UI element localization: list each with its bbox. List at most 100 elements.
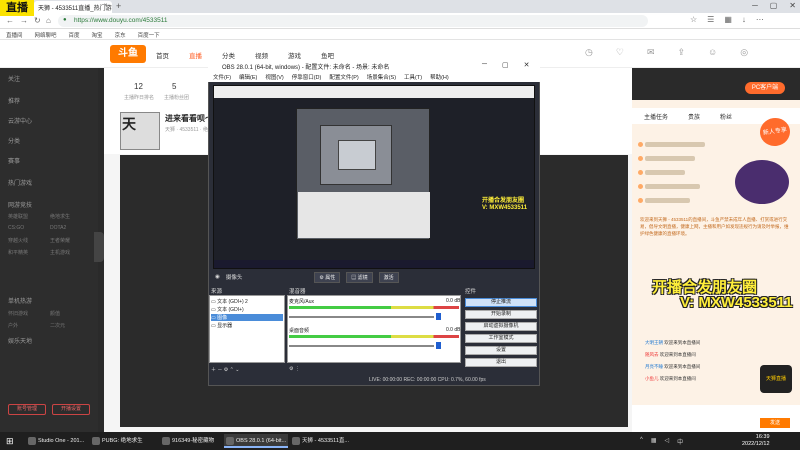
minimize-icon[interactable]: ─: [482, 61, 487, 69]
source-item-selected[interactable]: ▭ 图像: [211, 314, 283, 321]
menu-item[interactable]: 文件(F): [213, 73, 231, 81]
speaker-icon[interactable]: [436, 313, 441, 320]
exit-button[interactable]: 退出: [465, 358, 537, 367]
sidebar-subitem[interactable]: 穿越火线: [8, 237, 28, 244]
url-input[interactable]: https://www.douyu.com/4533511: [58, 15, 648, 27]
sidebar-subitem[interactable]: 绝地求生: [50, 213, 70, 220]
nav-item-active[interactable]: 直播: [189, 50, 202, 60]
menu-item[interactable]: 场景集合(S): [367, 73, 396, 81]
bookmark-item[interactable]: 京东: [115, 31, 126, 39]
star-icon[interactable]: ☆: [690, 15, 697, 24]
close-icon[interactable]: ✕: [789, 1, 796, 10]
mixer-toolbar[interactable]: ⚙ ⋮: [289, 366, 300, 372]
promo-image[interactable]: [735, 160, 789, 204]
sidebar-subitem[interactable]: 主机游戏: [50, 249, 70, 256]
menu-item[interactable]: 编辑(E): [239, 73, 257, 81]
upload-icon[interactable]: ⇪: [677, 47, 685, 58]
sidebar-subitem[interactable]: 户外: [8, 322, 18, 329]
sidebar-subitem[interactable]: DOTA2: [50, 225, 66, 231]
nav-item[interactable]: 分类: [222, 50, 235, 60]
settings-button[interactable]: 设置: [465, 346, 537, 355]
volume-slider[interactable]: [289, 316, 434, 318]
maximize-icon[interactable]: ▢: [770, 1, 778, 10]
chevron-up-icon[interactable]: ^: [640, 437, 643, 446]
bookmark-item[interactable]: 百度一下: [138, 31, 160, 39]
follow-icon[interactable]: ♡: [616, 47, 624, 58]
bookmark-item[interactable]: 淘宝: [92, 31, 103, 39]
menu-item[interactable]: 帮助(H): [430, 73, 449, 81]
close-icon[interactable]: ✕: [524, 61, 530, 69]
sidebar-subitem[interactable]: 英雄联盟: [8, 213, 28, 220]
bookmark-item[interactable]: 直播间: [6, 31, 23, 39]
speaker-icon[interactable]: [436, 342, 441, 349]
source-item[interactable]: ▭ 文本 (GDI+): [211, 306, 283, 313]
taskbar-app[interactable]: 916349-秘密藏物: [160, 434, 222, 448]
stop-stream-button[interactable]: 停止推流: [465, 298, 537, 307]
taskbar-app-active[interactable]: OBS 28.0.1 (64-bit...: [224, 434, 288, 448]
more-icon[interactable]: ◎: [740, 47, 748, 58]
start-recording-button[interactable]: 开始录制: [465, 310, 537, 319]
taskbar-app[interactable]: Studio One - 201...: [26, 434, 86, 448]
sidebar-button[interactable]: 开播设置: [52, 404, 90, 415]
system-clock[interactable]: 16:39 2022/12/12: [742, 434, 770, 448]
studio-mode-button[interactable]: 工作室模式: [465, 334, 537, 343]
menu-item[interactable]: 视图(V): [265, 73, 283, 81]
bookmark-item[interactable]: 百度: [69, 31, 80, 39]
nav-item[interactable]: 视频: [255, 50, 268, 60]
download-icon[interactable]: ↓: [742, 15, 746, 24]
tab-close-icon[interactable]: ×: [104, 3, 108, 9]
volume-slider[interactable]: [289, 345, 434, 347]
nav-item[interactable]: 首页: [156, 50, 169, 60]
sidebar-item[interactable]: 热门游戏: [8, 178, 32, 187]
reload-icon[interactable]: ↻: [34, 16, 41, 25]
ime-icon[interactable]: 中: [677, 437, 683, 446]
start-icon[interactable]: ⊞: [6, 436, 14, 447]
menu-item[interactable]: 配置文件(P): [329, 73, 358, 81]
sidebar-subitem[interactable]: CS:GO: [8, 225, 24, 231]
collections-icon[interactable]: ☰: [707, 15, 714, 24]
message-icon[interactable]: ✉: [647, 47, 655, 58]
minimize-icon[interactable]: ─: [752, 1, 758, 10]
nav-item[interactable]: 游戏: [288, 50, 301, 60]
taskbar-app[interactable]: 天狮 - 4533511直...: [290, 434, 354, 448]
source-item[interactable]: ▭ 显示器: [211, 322, 283, 329]
maximize-icon[interactable]: ▢: [502, 61, 509, 69]
right-tab[interactable]: 粉丝: [720, 112, 732, 121]
new-tab-button[interactable]: +: [116, 1, 121, 11]
sidebar-subitem[interactable]: 怀旧游戏: [8, 310, 28, 317]
sidebar-subitem[interactable]: 和平精英: [8, 249, 28, 256]
nav-item[interactable]: 鱼吧: [321, 50, 334, 60]
sidebar-item[interactable]: 娱乐天地: [8, 336, 32, 345]
activate-button[interactable]: 激活: [378, 271, 399, 283]
sidebar-subitem[interactable]: 二次元: [50, 322, 65, 329]
filters-button[interactable]: ▤ 滤镜: [346, 271, 373, 283]
browser-tab[interactable]: 天狮 - 4533511直播_热门游戏直播 - 斗鱼: [34, 1, 112, 13]
sidebar-item[interactable]: 单机热游: [8, 296, 32, 305]
bookmark-item[interactable]: 网络聊吧: [35, 31, 57, 39]
send-button[interactable]: 发送: [760, 418, 790, 428]
sidebar-item[interactable]: 赛事: [8, 156, 20, 165]
live-badge-icon[interactable]: 天狮直播: [760, 365, 792, 393]
network-icon[interactable]: ▦: [651, 437, 657, 446]
taskbar-app[interactable]: PUBG: 绝地求生: [90, 434, 156, 448]
sidebar-item[interactable]: 推荐: [8, 96, 20, 105]
back-icon[interactable]: ←: [6, 16, 14, 25]
volume-icon[interactable]: ◁: [665, 437, 670, 446]
properties-button[interactable]: ⚙ 属性: [314, 271, 341, 283]
right-tab[interactable]: 贵族: [688, 112, 700, 121]
extensions-icon[interactable]: ▦: [724, 15, 732, 24]
pc-client-button[interactable]: PC客户端: [745, 82, 785, 94]
sidebar-collapse-handle[interactable]: [94, 232, 104, 262]
sidebar-item[interactable]: 云游中心: [8, 116, 32, 125]
sidebar-item[interactable]: 关注: [8, 74, 20, 83]
sidebar-item[interactable]: 网游竞技: [8, 200, 32, 209]
source-item[interactable]: ▭ 文本 (GDI+) 2: [211, 298, 283, 305]
virtual-camera-button[interactable]: 启动虚拟摄像机: [465, 322, 537, 331]
source-toolbar[interactable]: ＋ － ⚙ ⌃ ⌄: [211, 366, 239, 373]
menu-icon[interactable]: ⋯: [756, 15, 764, 24]
site-logo[interactable]: 斗鱼: [110, 45, 146, 63]
sidebar-subitem[interactable]: 王者荣耀: [50, 237, 70, 244]
menu-item[interactable]: 停靠窗口(D): [292, 73, 322, 81]
sidebar-button[interactable]: 账号管理: [8, 404, 46, 415]
forward-icon[interactable]: →: [20, 16, 28, 25]
